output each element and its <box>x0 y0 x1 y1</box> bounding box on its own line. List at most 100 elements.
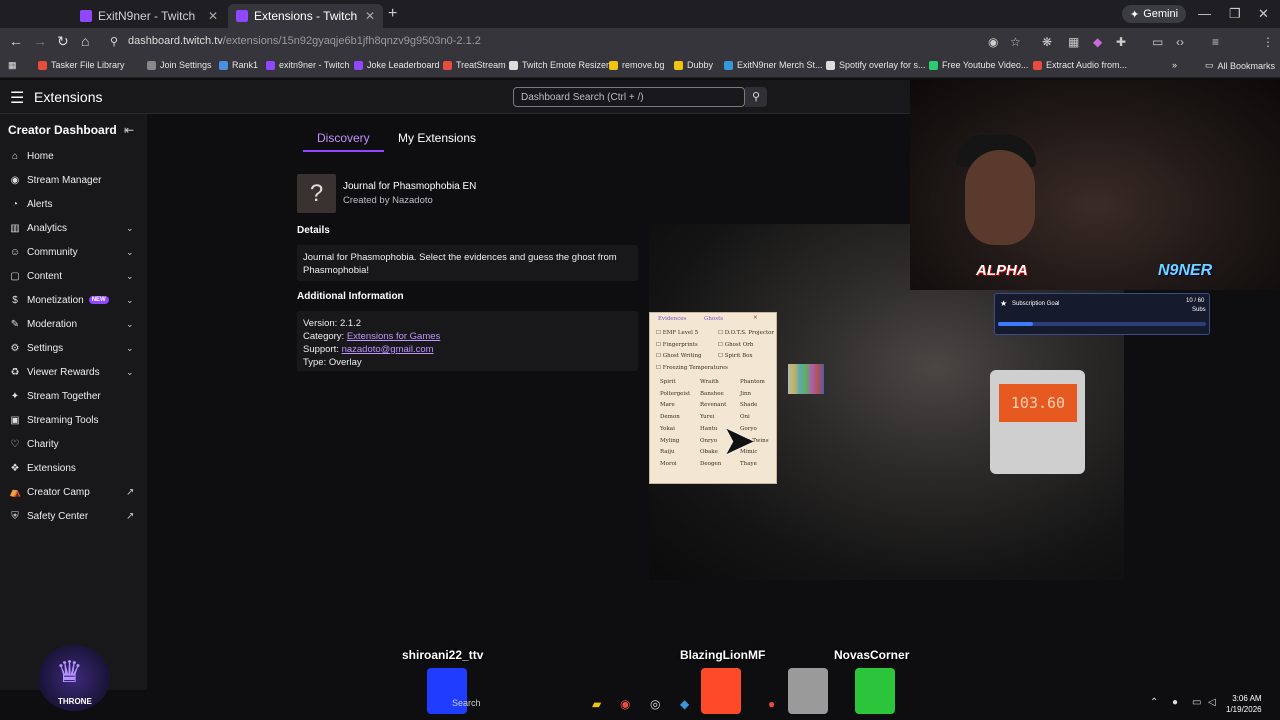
chevron-down-icon[interactable]: ⌄ <box>126 271 134 282</box>
network-icon[interactable]: ▭ <box>1192 697 1201 708</box>
app-icon[interactable]: ◆ <box>680 697 689 711</box>
all-bookmarks[interactable]: ▭ All Bookmarks <box>1205 60 1275 71</box>
app-icon[interactable]: ● <box>768 697 775 711</box>
gemini-button[interactable]: ✦ Gemini <box>1122 5 1187 23</box>
chevron-up-icon[interactable]: ⌃ <box>1150 697 1158 708</box>
extension-icon[interactable]: ❋ <box>1042 35 1052 49</box>
evidence-checkbox[interactable]: ☐ EMF Level 5 <box>656 330 698 336</box>
taskbar-clock[interactable]: 3:06 AM 1/19/2026 <box>1226 693 1262 715</box>
more-icon[interactable]: ⋮ <box>1262 35 1274 49</box>
bookmark-item[interactable]: remove.bg <box>609 60 665 70</box>
ghost-option[interactable]: Mare <box>660 402 675 408</box>
sidebar-item-safety-center[interactable]: ⛨ Safety Center ↗ <box>0 504 147 528</box>
ghost-option[interactable]: Jinn <box>740 391 751 397</box>
journal-tab-ghosts[interactable]: Ghosts <box>700 315 727 324</box>
chevron-down-icon[interactable]: ⌄ <box>126 319 134 330</box>
sidebar-item-content[interactable]: ▢ Content ⌄ <box>0 264 147 288</box>
tab-my-extensions[interactable]: My Extensions <box>398 131 476 145</box>
close-window-icon[interactable]: ✕ <box>1258 6 1269 22</box>
ghost-option[interactable]: Phantom <box>740 379 765 385</box>
external-link-icon[interactable]: ↗ <box>126 487 134 498</box>
ghost-option[interactable]: Banshee <box>700 391 724 397</box>
checkbox-icon[interactable]: ☐ <box>718 342 725 348</box>
restore-icon[interactable]: ❐ <box>1229 6 1241 22</box>
new-tab-button[interactable]: + <box>388 5 397 23</box>
sidebar-item-charity[interactable]: ♡ Charity <box>0 432 147 456</box>
sidebar-item-moderation[interactable]: ✎ Moderation ⌄ <box>0 312 147 336</box>
extension-icon[interactable]: ◆ <box>1093 35 1102 49</box>
chevron-down-icon[interactable]: ⌄ <box>126 247 134 258</box>
ghost-option[interactable]: Hantu <box>700 426 717 432</box>
bookmark-item[interactable]: Dubby <box>674 60 713 70</box>
evidence-checkbox[interactable]: ☐ Spirit Box <box>718 353 753 359</box>
bookmark-item[interactable]: Extract Audio from... <box>1033 60 1127 70</box>
close-icon[interactable]: ✕ <box>208 9 218 23</box>
window-icon[interactable]: ▭ <box>1152 35 1163 49</box>
site-info-icon[interactable]: ⚲ <box>110 35 118 48</box>
sidebar-item-community[interactable]: ☺ Community ⌄ <box>0 240 147 264</box>
ghost-option[interactable]: Shade <box>740 402 757 408</box>
search-icon[interactable]: ⚲ <box>745 87 767 107</box>
bookmark-item[interactable]: Join Settings <box>147 60 212 70</box>
bookmark-item[interactable]: TreatStream <box>443 60 506 70</box>
tab-discovery[interactable]: Discovery <box>317 131 370 145</box>
file-explorer-icon[interactable]: ▰ <box>592 697 601 711</box>
evidence-checkbox[interactable]: ☐ D.O.T.S. Projector <box>718 330 774 336</box>
reload-icon[interactable]: ↻ <box>57 33 69 50</box>
bookmark-item[interactable]: exitn9ner - Twitch <box>266 60 349 70</box>
ghost-option[interactable]: Moroi <box>660 461 677 467</box>
journal-tab-evidences[interactable]: Evidences <box>654 315 690 324</box>
app-icon[interactable]: ◎ <box>650 697 660 711</box>
support-email-link[interactable]: nazadoto@gmail.com <box>342 344 434 355</box>
ghost-option[interactable]: Onryo <box>700 438 717 444</box>
ghost-option[interactable]: Wraith <box>700 379 719 385</box>
chevron-down-icon[interactable]: ⌄ <box>126 367 134 378</box>
chevron-down-icon[interactable]: ⌄ <box>126 343 134 354</box>
sidebar-item-streaming-tools[interactable]: ▣ Streaming Tools <box>0 408 147 432</box>
ghost-option[interactable]: Demon <box>660 414 680 420</box>
taskbar-search[interactable]: Search <box>452 698 481 708</box>
ghost-option[interactable]: Yokai <box>660 426 675 432</box>
star-icon[interactable]: ☆ <box>1010 35 1021 49</box>
close-icon[interactable]: ✕ <box>365 9 375 23</box>
code-icon[interactable]: ‹› <box>1176 35 1184 49</box>
bookmark-item[interactable]: ExitN9ner Merch St... <box>724 60 823 70</box>
ghost-option[interactable]: Poltergeist <box>660 391 690 397</box>
forward-arrow-icon[interactable]: → <box>33 33 47 49</box>
extension-icon[interactable]: ▦ <box>1068 35 1079 49</box>
minimize-icon[interactable]: — <box>1198 6 1211 21</box>
eye-icon[interactable]: ◉ <box>988 35 998 49</box>
evidence-checkbox[interactable]: ☐ Fingerprints <box>656 342 698 348</box>
apps-icon[interactable]: ▦ <box>8 60 17 71</box>
sidebar-item-stream-together[interactable]: ✦ Stream Together <box>0 384 147 408</box>
bookmark-item[interactable]: Joke Leaderboard <box>354 60 440 70</box>
ghost-option[interactable]: Myling <box>660 438 679 444</box>
ghost-option[interactable]: Yurei <box>700 414 714 420</box>
browser-tab-extensions[interactable]: Extensions - Twitch ✕ <box>228 4 383 28</box>
home-icon[interactable]: ⌂ <box>81 33 89 49</box>
chevron-right-icon[interactable]: » <box>1172 60 1177 70</box>
bookmark-item[interactable]: Tasker File Library <box>38 60 125 70</box>
ghost-option[interactable]: Raiju <box>660 449 675 455</box>
microphone-icon[interactable]: ● <box>1172 697 1178 708</box>
sidebar-item-stream-manager[interactable]: ◉ Stream Manager <box>0 168 147 192</box>
external-link-icon[interactable]: ↗ <box>126 511 134 522</box>
ghost-option[interactable]: Spirit <box>660 379 676 385</box>
bookmark-item[interactable]: Free Youtube Video... <box>929 60 1028 70</box>
sidebar-item-analytics[interactable]: ▥ Analytics ⌄ <box>0 216 147 240</box>
evidence-checkbox[interactable]: ☐ Ghost Writing <box>656 353 702 359</box>
puzzle-icon[interactable]: ✚ <box>1116 35 1126 49</box>
journal-overlay[interactable]: Evidences Ghosts ✕ ☐ EMF Level 5 ☐ D.O.T.… <box>649 312 777 484</box>
ghost-option[interactable]: Deogen <box>700 461 721 467</box>
close-icon[interactable]: ✕ <box>753 315 758 321</box>
dashboard-search-input[interactable]: Dashboard Search (Ctrl + /) <box>513 87 745 107</box>
evidence-checkbox[interactable]: ☐ Freezing Temperatures <box>656 365 728 371</box>
checkbox-icon[interactable]: ☐ <box>656 353 663 359</box>
bookmark-item[interactable]: Rank1 <box>219 60 258 70</box>
back-arrow-icon[interactable]: ← <box>9 33 23 49</box>
chrome-icon[interactable]: ◉ <box>620 697 630 711</box>
collapse-sidebar-icon[interactable]: ⇤ <box>124 123 134 137</box>
sidebar-item-alerts[interactable]: ◔ Alerts <box>0 192 147 216</box>
sidebar-item-monetization[interactable]: $ Monetization NEW ⌄ <box>0 288 147 312</box>
checkbox-icon[interactable]: ☐ <box>718 330 725 336</box>
